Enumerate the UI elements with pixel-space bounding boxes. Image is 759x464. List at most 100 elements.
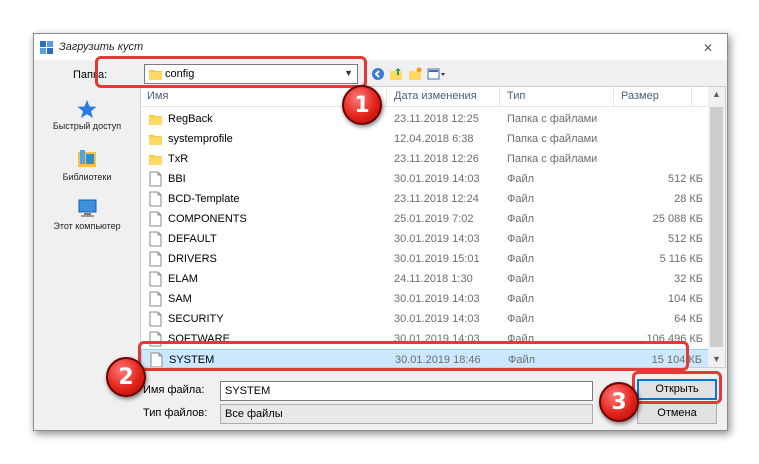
this-pc-item[interactable]: Этот компьютер: [34, 199, 140, 231]
window-title: Загрузить куст: [59, 41, 144, 53]
file-name: SYSTEM: [169, 354, 215, 366]
chevron-down-icon: ▼: [344, 68, 353, 78]
file-row[interactable]: BCD-Template 23.11.2018 12:24 Файл 28 КБ: [141, 189, 709, 209]
file-size: 512 КБ: [667, 233, 703, 245]
file-icon: [150, 352, 163, 367]
file-date: 30.01.2019 14:03: [394, 313, 480, 325]
column-header: Имя Дата изменения Тип Размер: [141, 87, 709, 107]
this-pc-label: Этот компьютер: [53, 221, 121, 231]
file-size: 64 КБ: [674, 313, 703, 325]
file-type: Папка с файлами: [507, 153, 598, 165]
view-menu-icon[interactable]: [427, 67, 447, 81]
file-size: 28 КБ: [674, 193, 703, 205]
file-size: 104 КБ: [667, 293, 703, 305]
star-icon: [77, 100, 97, 118]
file-date: 24.11.2018 1:30: [394, 273, 473, 285]
folder-label: Папка:: [73, 69, 108, 81]
file-type: Файл: [507, 193, 535, 205]
close-icon[interactable]: ✕: [697, 40, 719, 56]
file-name: DEFAULT: [168, 233, 217, 245]
file-name: BBI: [168, 173, 186, 185]
folder-icon: [149, 135, 162, 145]
folder-value: config: [165, 68, 195, 80]
file-row[interactable]: SOFTWARE 30.01.2019 14:03 Файл 106 496 КБ: [141, 329, 709, 349]
file-row[interactable]: SYSTEM 30.01.2019 18:46 Файл 15 104 КБ: [141, 349, 709, 367]
file-size: 32 КБ: [674, 273, 703, 285]
file-name: TxR: [168, 153, 189, 165]
libraries-label: Библиотеки: [62, 172, 112, 182]
file-size: 5 116 КБ: [659, 253, 703, 265]
file-row[interactable]: DRIVERS 30.01.2019 15:01 Файл 5 116 КБ: [141, 249, 709, 269]
file-type: Файл: [507, 273, 535, 285]
folder-row[interactable]: TxR 23.11.2018 12:26 Папка с файлами: [141, 149, 709, 169]
file-icon: [149, 251, 162, 267]
file-name: COMPONENTS: [168, 213, 247, 225]
file-icon: [149, 331, 162, 347]
folder-icon: [149, 115, 162, 125]
file-row[interactable]: SECURITY 30.01.2019 14:03 Файл 64 КБ: [141, 309, 709, 329]
file-name: BCD-Template: [168, 193, 240, 205]
library-icon: [78, 150, 96, 167]
column-name[interactable]: Имя: [147, 90, 168, 102]
quick-access-item[interactable]: Быстрый доступ: [34, 99, 140, 131]
file-list[interactable]: Имя Дата изменения Тип Размер RegBack 23.…: [140, 86, 726, 368]
file-type: Файл: [507, 213, 535, 225]
file-icon: [149, 191, 162, 207]
navigation-pane: Быстрый доступ Библиотеки Этот компьютер: [34, 86, 140, 364]
file-icon: [149, 211, 162, 227]
scroll-down-icon[interactable]: ▼: [708, 354, 725, 364]
file-row[interactable]: SAM 30.01.2019 14:03 Файл 104 КБ: [141, 289, 709, 309]
folder-row[interactable]: systemprofile 12.04.2018 6:38 Папка с файл…: [141, 129, 709, 149]
cancel-button[interactable]: Отмена: [637, 403, 717, 424]
file-date: 23.11.2018 12:26: [394, 153, 479, 165]
file-date: 30.01.2019 14:03: [394, 333, 480, 345]
file-name: systemprofile: [168, 133, 233, 145]
filetype-select[interactable]: Все файлы: [220, 404, 593, 424]
file-date: 12.04.2018 6:38: [394, 133, 474, 145]
new-folder-icon[interactable]: [408, 67, 422, 81]
column-size[interactable]: Размер: [621, 90, 659, 102]
file-date: 25.01.2019 7:02: [394, 213, 474, 225]
libraries-item[interactable]: Библиотеки: [34, 148, 140, 182]
open-button[interactable]: Открыть: [637, 379, 717, 400]
file-date: 23.11.2018 12:25: [394, 113, 479, 125]
file-row[interactable]: DEFAULT 30.01.2019 14:03 Файл 512 КБ: [141, 229, 709, 249]
file-size: 106 496 КБ: [646, 333, 703, 345]
folder-icon: [149, 70, 162, 80]
back-icon[interactable]: [371, 67, 385, 81]
file-date: 30.01.2019 14:03: [394, 233, 480, 245]
scroll-thumb[interactable]: [710, 107, 723, 347]
step-2-badge: 2: [106, 357, 146, 397]
scroll-up-icon[interactable]: ▲: [708, 89, 725, 99]
folder-dropdown[interactable]: config ▼: [144, 64, 358, 84]
computer-icon: [78, 199, 97, 217]
filetype-value: Все файлы: [225, 408, 283, 420]
title-bar: Загрузить куст ✕: [34, 34, 727, 60]
file-type: Файл: [507, 293, 535, 305]
up-folder-icon[interactable]: [389, 67, 403, 81]
file-row[interactable]: COMPONENTS 25.01.2019 7:02 Файл 25 088 КБ: [141, 209, 709, 229]
step-3-badge: 3: [599, 382, 639, 422]
file-type: Файл: [508, 354, 536, 366]
file-type: Файл: [507, 313, 535, 325]
file-type: Папка с файлами: [507, 113, 598, 125]
filename-input[interactable]: SYSTEM: [220, 381, 593, 401]
file-icon: [149, 171, 162, 187]
column-date[interactable]: Дата изменения: [394, 90, 477, 102]
file-name: DRIVERS: [168, 253, 217, 265]
file-row[interactable]: BBI 30.01.2019 14:03 Файл 512 КБ: [141, 169, 709, 189]
file-type: Файл: [507, 333, 535, 345]
folder-row[interactable]: RegBack 23.11.2018 12:25 Папка с файлами: [141, 109, 709, 129]
file-name: SECURITY: [168, 313, 224, 325]
file-type: Файл: [507, 233, 535, 245]
column-type[interactable]: Тип: [507, 90, 525, 102]
file-date: 30.01.2019 15:01: [394, 253, 480, 265]
vertical-scrollbar[interactable]: ▲ ▼: [708, 87, 725, 367]
file-date: 30.01.2019 18:46: [395, 354, 481, 366]
filename-label: Имя файла:: [143, 384, 205, 396]
file-row[interactable]: ELAM 24.11.2018 1:30 Файл 32 КБ: [141, 269, 709, 289]
file-date: 30.01.2019 14:03: [394, 173, 480, 185]
filename-value: SYSTEM: [225, 385, 271, 397]
file-size: 25 088 КБ: [652, 213, 703, 225]
file-date: 23.11.2018 12:24: [394, 193, 479, 205]
